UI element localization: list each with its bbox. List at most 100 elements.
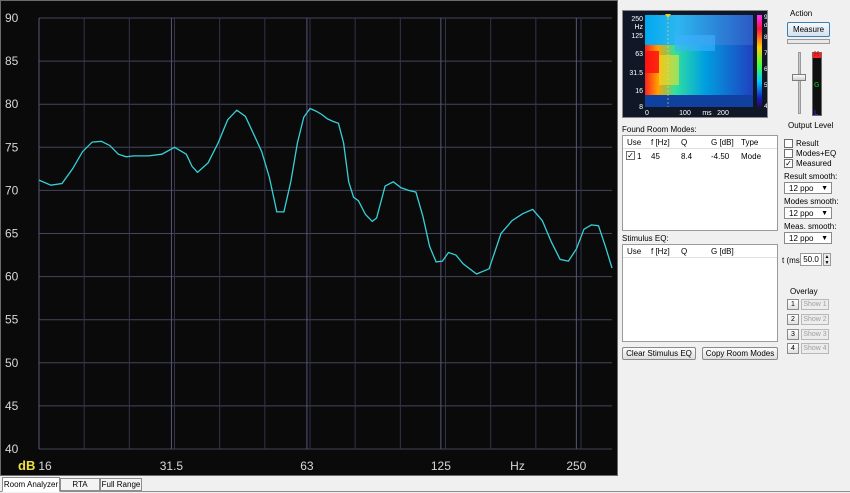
meas-smooth-select[interactable]: 12 ppo ▼: [784, 232, 832, 244]
x-tick-label: 250: [566, 459, 586, 473]
x-tick-label: 125: [431, 459, 451, 473]
overlay-store-4-button[interactable]: 4: [787, 343, 799, 354]
spectrogram-y-unit: Hz: [634, 24, 643, 31]
measure-progress-bar: [787, 39, 830, 44]
meas-smooth-value: 12 ppo: [789, 233, 814, 243]
modes-col-gain: G [dB]: [711, 138, 734, 147]
spectrogram-scale-tick: 80: [764, 34, 767, 41]
spectrogram-y-tick: 16: [635, 88, 643, 95]
result-label: Result: [796, 139, 819, 148]
action-title: Action: [790, 9, 813, 18]
mode-gain: -4.50: [711, 152, 730, 161]
mode-q: 8.4: [681, 152, 693, 161]
measure-button[interactable]: Measure: [787, 22, 830, 37]
chevron-down-icon: ▼: [821, 210, 828, 217]
y-tick-label: 45: [5, 399, 19, 413]
overlay-row-2: 2 Show 2: [787, 314, 829, 325]
eq-col-q: Q: [681, 247, 688, 256]
frequency-response-plot[interactable]: 90 85 80 75 70 65 60 55 50 45 40 16 31.5 63 125 250 dB H…: [0, 0, 618, 476]
tab-rta[interactable]: RTA: [60, 478, 100, 491]
time-input[interactable]: 50.0: [800, 253, 822, 266]
x-tick-label: 16: [38, 459, 52, 473]
spectrogram-y-tick: 8: [639, 104, 643, 111]
overlay-row-3: 3 Show 3: [787, 329, 829, 340]
y-tick-label: 70: [5, 183, 19, 197]
overlay-row-4: 4 Show 4: [787, 343, 829, 354]
overlay-show-1-button[interactable]: Show 1: [801, 299, 829, 310]
spectrogram-y-tick: 250: [631, 16, 643, 23]
time-stepper[interactable]: ▲ ▼: [823, 253, 831, 266]
overlay-store-1-button[interactable]: 1: [787, 299, 799, 310]
output-level-slider[interactable]: [790, 50, 808, 116]
modes-smooth-value: 12 ppo: [789, 208, 814, 218]
spectrogram-scale-tick: 50: [764, 82, 767, 89]
y-tick-label: 60: [5, 270, 19, 284]
y-tick-label: 90: [5, 11, 19, 25]
mode-use-checkbox[interactable]: ✓: [626, 151, 635, 160]
frequency-response-chart: 90 85 80 75 70 65 60 55 50 45 40 16 31.5 63 125 250 dB H…: [5, 11, 613, 473]
output-level-slider-thumb[interactable]: [792, 74, 806, 81]
found-modes-title: Found Room Modes:: [622, 125, 697, 134]
result-option[interactable]: Result: [784, 139, 819, 148]
meter-mark-low: L: [814, 110, 819, 117]
result-smooth-select[interactable]: 12 ppo ▼: [784, 182, 832, 194]
modes-eq-option[interactable]: Modes+EQ: [784, 149, 836, 158]
modes-col-freq: f [Hz]: [651, 138, 670, 147]
modes-col-type: Type: [741, 138, 759, 147]
y-tick-label: 80: [5, 97, 19, 111]
modes-smooth-select[interactable]: 12 ppo ▼: [784, 207, 832, 219]
spectrogram-color-scale: [757, 15, 762, 107]
overlay-row-1: 1 Show 1: [787, 299, 829, 310]
modes-smooth-label: Modes smooth:: [784, 197, 839, 206]
plot-grid: [38, 17, 612, 450]
modes-col-q: Q: [681, 138, 688, 147]
meas-smooth-label: Meas. smooth:: [784, 222, 837, 231]
y-unit-label: dB: [18, 458, 35, 473]
modes-eq-label: Modes+EQ: [796, 149, 837, 158]
tab-full-range[interactable]: Full Range: [100, 478, 142, 491]
overlay-show-2-button[interactable]: Show 2: [801, 314, 829, 325]
eq-col-use: Use: [627, 247, 642, 256]
tab-room-analyzer[interactable]: Room Analyzer: [2, 477, 60, 492]
modes-eq-checkbox[interactable]: [784, 149, 793, 158]
measured-checkbox[interactable]: ✓: [784, 159, 793, 168]
spectrogram-scale-tick: 70: [764, 50, 767, 57]
result-checkbox[interactable]: [784, 139, 793, 148]
modes-col-use: Use: [627, 138, 642, 147]
output-level-label: Output Level: [788, 121, 834, 130]
eq-col-gain: G [dB]: [711, 247, 734, 256]
meter-mark-good: G: [814, 82, 820, 89]
copy-room-modes-button[interactable]: Copy Room Modes: [702, 347, 778, 360]
mode-type: Mode: [741, 152, 762, 161]
spectrogram-y-tick: 63: [635, 51, 643, 58]
spectrogram-scale-tick: 90: [764, 14, 767, 21]
measured-option[interactable]: ✓ Measured: [784, 159, 832, 168]
chevron-down-icon: ▼: [821, 235, 828, 242]
spectrogram-scale-tick: 40: [764, 103, 767, 110]
found-modes-table[interactable]: Use f [Hz] Q G [dB] Type ✓ 1 45 8.4 -4.5…: [622, 135, 778, 231]
eq-col-freq: f [Hz]: [651, 247, 670, 256]
stepper-down-icon[interactable]: ▼: [824, 260, 830, 266]
spectrogram-y-tick: 31.5: [629, 70, 643, 77]
mode-frequency: 45: [651, 152, 660, 161]
table-row[interactable]: ✓ 1 45 8.4 -4.50 Mode: [623, 150, 777, 161]
x-axis-labels: 16 31.5 63 125 250 dB Hz: [18, 458, 587, 473]
x-unit-label: Hz: [510, 459, 525, 473]
overlay-show-4-button[interactable]: Show 4: [801, 343, 829, 354]
spectrogram-y-tick: 125: [631, 33, 643, 40]
measured-label: Measured: [796, 159, 832, 168]
spectrogram-x-tick: 0: [645, 110, 649, 117]
chevron-down-icon: ▼: [821, 185, 828, 192]
overlay-store-3-button[interactable]: 3: [787, 329, 799, 340]
stimulus-eq-title: Stimulus EQ:: [622, 234, 669, 243]
stimulus-eq-table[interactable]: Use f [Hz] Q G [dB]: [622, 244, 778, 342]
mode-index: 1: [637, 152, 642, 161]
y-tick-label: 40: [5, 442, 19, 456]
spectrogram-panel[interactable]: 250 125 63 31.5 16 8 Hz 0 100 200 ms 90 80 70 60 50 40…: [622, 10, 772, 118]
y-tick-label: 55: [5, 313, 19, 327]
overlay-show-3-button[interactable]: Show 3: [801, 329, 829, 340]
y-tick-label: 65: [5, 227, 19, 241]
clear-stimulus-eq-button[interactable]: Clear Stimulus EQ: [622, 347, 696, 360]
overlay-store-2-button[interactable]: 2: [787, 314, 799, 325]
result-smooth-value: 12 ppo: [789, 183, 814, 193]
